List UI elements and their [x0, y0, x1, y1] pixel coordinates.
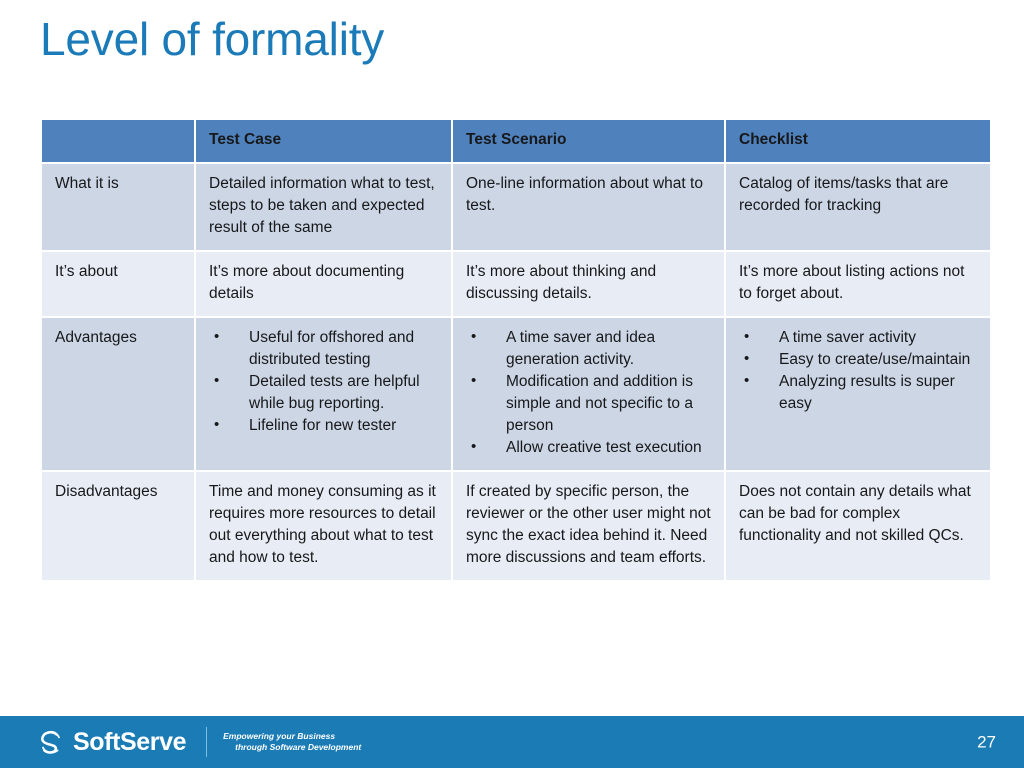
column-header-checklist: Checklist: [726, 120, 990, 164]
table-row: Disadvantages Time and money consuming a…: [42, 472, 990, 580]
cell-advantages-test-scenario: A time saver and idea generation activit…: [453, 318, 726, 472]
cell-what-it-is-test-scenario: One-line information about what to test.: [453, 164, 726, 252]
column-header-test-case: Test Case: [196, 120, 453, 164]
page-number: 27: [977, 732, 996, 752]
bullet-item: Detailed tests are helpful while bug rep…: [209, 370, 440, 415]
bullet-item: Easy to create/use/maintain: [739, 348, 979, 371]
cell-its-about-checklist: It’s more about listing actions not to f…: [726, 252, 990, 318]
table-row: Advantages Useful for offshored and dist…: [42, 318, 990, 472]
brand-tagline-line-1: Empowering your Business: [223, 730, 336, 741]
row-label-what-it-is: What it is: [42, 164, 196, 252]
brand-name: SoftServe: [73, 727, 187, 756]
cell-advantages-checklist: A time saver activityEasy to create/use/…: [726, 318, 990, 472]
row-label-its-about: It’s about: [42, 252, 196, 318]
cell-disadvantages-test-scenario: If created by specific person, the revie…: [453, 472, 726, 580]
cell-its-about-test-case: It’s more about documenting details: [196, 252, 453, 318]
softserve-logo-icon: [36, 727, 66, 757]
bullet-item: Modification and addition is simple and …: [466, 370, 713, 437]
brand-tagline: Empowering your Business through Softwar…: [223, 731, 361, 754]
bullet-item: A time saver activity: [739, 326, 979, 349]
table-header: Test Case Test Scenario Checklist: [42, 120, 990, 164]
brand-divider: [206, 727, 208, 757]
bullet-list: A time saver and idea generation activit…: [466, 326, 713, 459]
column-header-blank: [42, 120, 196, 164]
page-title: Level of formality: [40, 13, 385, 65]
table-row: What it is Detailed information what to …: [42, 164, 990, 252]
bullet-list: Useful for offshored and distributed tes…: [209, 326, 440, 437]
bullet-list: A time saver activityEasy to create/use/…: [739, 326, 979, 415]
bullet-item: Lifeline for new tester: [209, 414, 440, 437]
table-row: It’s about It’s more about documenting d…: [42, 252, 990, 318]
bullet-item: Analyzing results is super easy: [739, 370, 979, 415]
column-header-test-scenario: Test Scenario: [453, 120, 726, 164]
cell-disadvantages-test-case: Time and money consuming as it requires …: [196, 472, 453, 580]
cell-its-about-test-scenario: It’s more about thinking and discussing …: [453, 252, 726, 318]
row-label-disadvantages: Disadvantages: [42, 472, 196, 580]
comparison-table-container: Test Case Test Scenario Checklist What i…: [42, 120, 990, 580]
level-of-formality-table: Test Case Test Scenario Checklist What i…: [42, 120, 990, 580]
cell-disadvantages-checklist: Does not contain any details what can be…: [726, 472, 990, 580]
bullet-item: Useful for offshored and distributed tes…: [209, 326, 440, 371]
slide-footer: SoftServe Empowering your Business throu…: [0, 714, 1024, 768]
cell-what-it-is-test-case: Detailed information what to test, steps…: [196, 164, 453, 252]
bullet-item: Allow creative test execution: [466, 436, 713, 459]
cell-what-it-is-checklist: Catalog of items/tasks that are recorded…: [726, 164, 990, 252]
brand-tagline-line-2: through Software Development: [235, 742, 362, 752]
table-body: What it is Detailed information what to …: [42, 164, 990, 580]
table-header-row: Test Case Test Scenario Checklist: [42, 120, 990, 164]
cell-advantages-test-case: Useful for offshored and distributed tes…: [196, 318, 453, 472]
softserve-branding: SoftServe Empowering your Business throu…: [36, 727, 361, 757]
bullet-item: A time saver and idea generation activit…: [466, 326, 713, 371]
row-label-advantages: Advantages: [42, 318, 196, 472]
